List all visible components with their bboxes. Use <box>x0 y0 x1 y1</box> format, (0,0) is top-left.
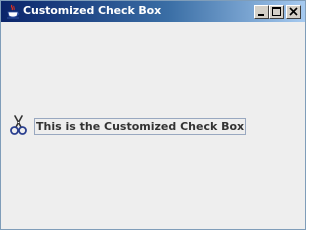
scissors-icon[interactable] <box>9 114 31 136</box>
app-window: Customized Check Box This is the Customi… <box>0 0 306 230</box>
close-button[interactable] <box>286 5 301 19</box>
content-pane: This is the Customized Check Box <box>1 22 305 229</box>
close-icon <box>289 7 298 16</box>
window-title: Customized Check Box <box>23 4 162 17</box>
minimize-button[interactable] <box>254 5 269 19</box>
maximize-icon <box>272 7 281 16</box>
checkbox-label[interactable]: This is the Customized Check Box <box>34 118 247 135</box>
minimize-icon <box>258 14 264 16</box>
title-bar[interactable]: Customized Check Box <box>1 1 305 22</box>
java-cup-icon[interactable] <box>5 4 21 20</box>
maximize-button[interactable] <box>269 5 284 19</box>
